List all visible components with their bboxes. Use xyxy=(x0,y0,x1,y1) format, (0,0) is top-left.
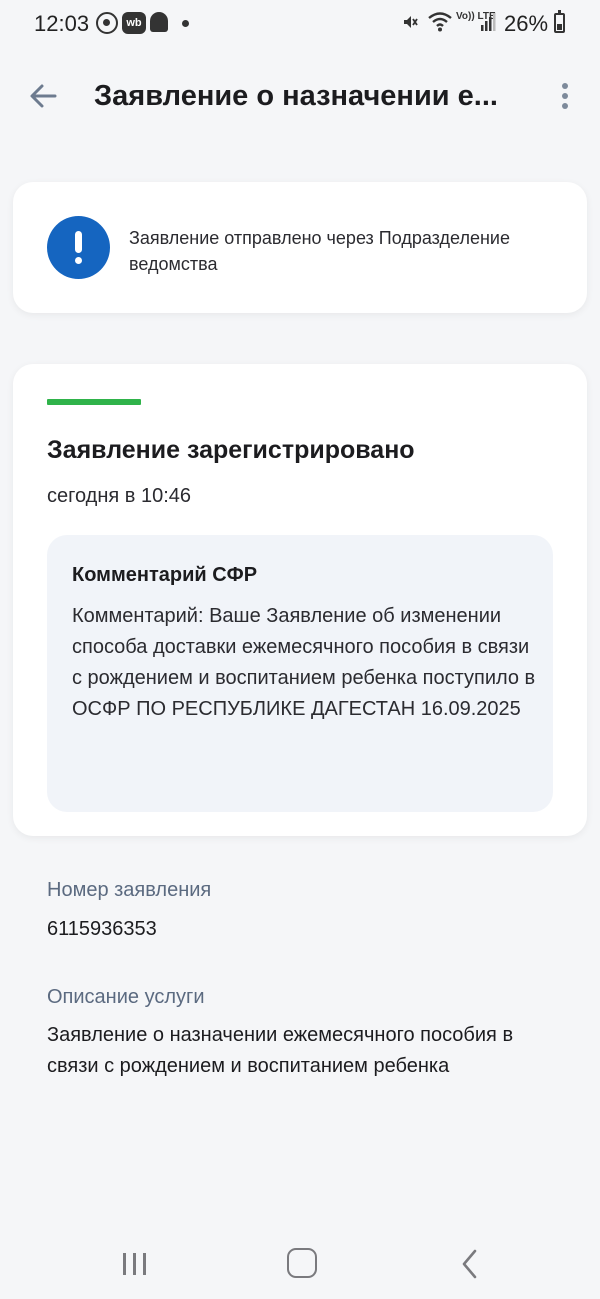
recents-icon xyxy=(133,1253,136,1275)
service-description-value: Заявление о назначении ежемесячного посо… xyxy=(47,1024,514,1077)
recents-icon xyxy=(143,1253,146,1275)
more-dot-icon xyxy=(562,103,568,109)
battery-icon xyxy=(554,10,565,33)
page-title: Заявление о назначении е... xyxy=(94,80,498,112)
system-back-button[interactable] xyxy=(458,1248,482,1280)
comment-title: Комментарий СФР xyxy=(72,564,258,586)
comment-box: Комментарий СФР Комментарий: Ваше Заявле… xyxy=(47,535,553,812)
application-number-value: 6115936353 xyxy=(47,918,157,940)
signal-icon xyxy=(481,13,496,31)
snapchat-icon xyxy=(150,12,168,32)
back-button[interactable] xyxy=(22,74,66,118)
service-description-label: Описание услуги xyxy=(47,986,205,1008)
comment-body: Комментарий: Ваше Заявление об изменении… xyxy=(72,605,536,720)
home-button[interactable] xyxy=(287,1248,317,1278)
app-bar: Заявление о назначении е... xyxy=(0,60,600,132)
more-dot-icon xyxy=(562,93,568,99)
notification-dot-icon xyxy=(182,20,189,27)
recents-icon xyxy=(123,1253,126,1275)
battery-percent: 26% xyxy=(504,11,549,36)
status-card: Заявление зарегистрировано сегодня в 10:… xyxy=(13,364,587,836)
status-time-text: сегодня в 10:46 xyxy=(47,485,191,507)
status-time: 12:03 xyxy=(34,11,90,36)
notice-card: Заявление отправлено через Подразделение… xyxy=(13,182,587,313)
exclamation-icon xyxy=(47,216,110,279)
status-bar: 12:03 wb Vo)) LTE 26% xyxy=(0,0,600,48)
wifi-icon xyxy=(428,12,452,32)
status-progress-line xyxy=(47,399,141,405)
whatsapp-icon xyxy=(96,12,118,34)
notice-text: Заявление отправлено через Подразделение… xyxy=(129,228,510,274)
chevron-left-icon xyxy=(462,1249,477,1279)
more-dot-icon xyxy=(562,83,568,89)
application-number-label: Номер заявления xyxy=(47,879,212,901)
recents-button[interactable] xyxy=(120,1250,150,1278)
mute-icon xyxy=(404,16,418,28)
wb-icon: wb xyxy=(122,12,146,34)
more-options-button[interactable] xyxy=(548,74,582,118)
arrow-left-icon xyxy=(30,84,57,108)
status-title: Заявление зарегистрировано xyxy=(47,436,415,464)
system-nav-bar xyxy=(0,1230,600,1299)
screen: 12:03 wb Vo)) LTE 26% Заявление о назнач… xyxy=(0,0,600,1299)
